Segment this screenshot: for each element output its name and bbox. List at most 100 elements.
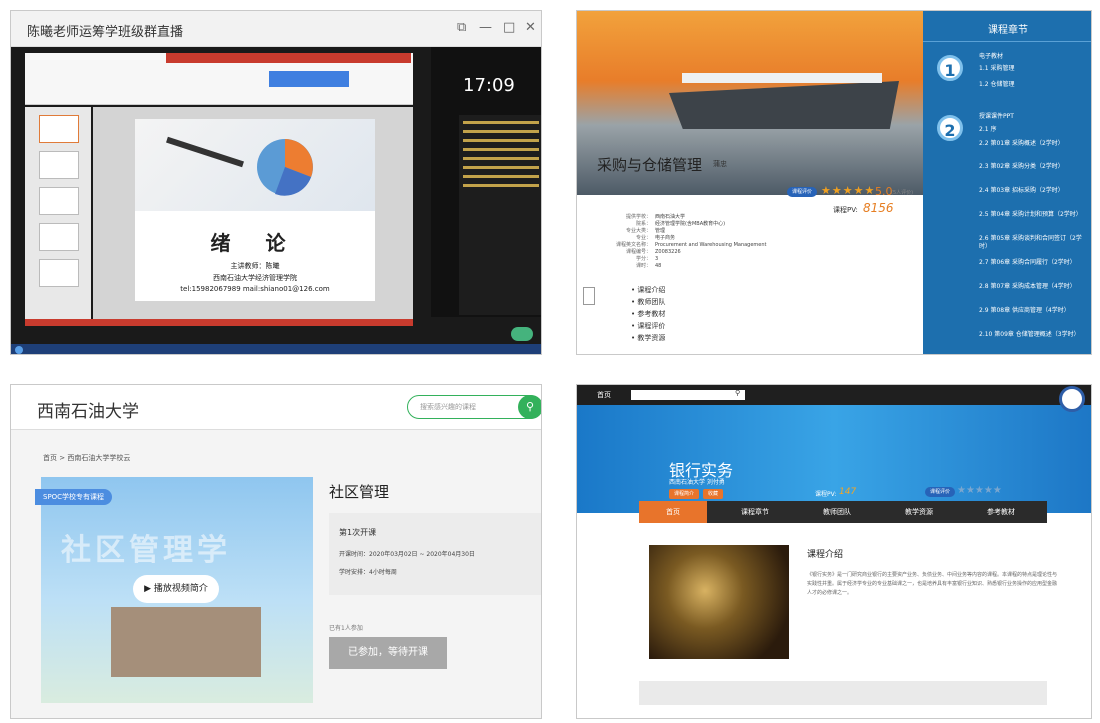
slide-thumbnail[interactable] [39, 223, 79, 251]
course-info: 提供学校： 西南石油大学 院系： 经济管理学院(含MBA教育中心) 专业大类： 管理 … [597, 213, 823, 269]
search-input[interactable] [631, 390, 745, 400]
camera-toggle[interactable] [511, 327, 533, 341]
top-bar: 首页 ⚲ [577, 385, 1091, 405]
pv-label: 课程PV: [815, 491, 837, 498]
course-photo [649, 545, 789, 659]
chapter-item[interactable]: 2.6 第05章 采购谈判和合同签订（2学时） [979, 235, 1087, 251]
search-input[interactable]: 搜索感兴趣的课程 ⚲ [407, 395, 541, 419]
slide-thumbnails [25, 107, 91, 319]
chapter-item[interactable]: 2.4 第03章 招标采购（2学时） [979, 187, 1087, 195]
mooc-course-page: 西南石油大学 搜索感兴趣的课程 ⚲ 首页 > 西南石油大学学校云 社区管理学 S… [10, 384, 542, 719]
chat-message [463, 139, 539, 142]
pie-chart-illustration [166, 136, 313, 196]
slide-school: 西南石油大学经济管理学院 [213, 274, 297, 282]
slide-title: 绪 论 [210, 231, 300, 255]
pv-label: 课程PV: [833, 206, 858, 214]
slide-thumbnail[interactable] [39, 115, 79, 143]
course-lecturer: 蒲忠 [713, 160, 727, 168]
maximize-icon[interactable]: □ [503, 20, 515, 35]
layout-icon[interactable]: ⧉ [457, 20, 466, 35]
course-title: 社区管理 [329, 483, 390, 501]
slide-thumbnail[interactable] [39, 259, 79, 287]
start-icon[interactable] [15, 346, 23, 354]
chapter-item[interactable]: 2.5 第04章 采购计划和预算（2学时） [979, 211, 1087, 219]
site-brand[interactable]: 西南石油大学 [37, 397, 139, 422]
chapter-item[interactable]: 2.9 第08章 供应商管理（4学时） [979, 307, 1087, 315]
section-number-2-icon: 2 [937, 115, 963, 141]
tab-home[interactable]: 首页 [639, 501, 707, 523]
term-dates: 开课时间：2020年03月02日 ~ 2020年04月30日 [339, 551, 475, 558]
chat-message [463, 166, 539, 169]
divider [923, 41, 1091, 42]
tab-resources[interactable]: 教学资源 [885, 501, 953, 523]
slide-contact: tel:15982067989 mail:shiano01@126.com [180, 285, 330, 293]
course-banner: 银行实务 西南石油大学 刘付勇 课程简介 收藏 课程PV: 147 课程评价 ★… [577, 405, 1091, 513]
slide-chart-image [135, 119, 375, 211]
term-hours: 学时安排：4小时每周 [339, 569, 397, 576]
chat-message [463, 184, 539, 187]
breadcrumb[interactable]: 首页 > 西南石油大学学校云 [43, 453, 130, 463]
play-video-button[interactable]: ▶ 播放视频简介 [133, 575, 219, 603]
tab-textbooks[interactable]: 参考教材 [967, 501, 1035, 523]
info-row: 课程英文名称： Procurement and Warehousing Manag… [615, 242, 767, 248]
rating-stars: ★★★★★ [957, 485, 1002, 496]
course-menu: • 课程介绍 • 教师团队 • 参考教材 • 课程评价 • 教学资源 [601, 285, 771, 345]
chat-message [463, 148, 539, 151]
clock: 17:09 [463, 75, 515, 96]
minimize-icon[interactable]: — [479, 20, 492, 35]
chapter-item[interactable]: 2.7 第06章 采购合同履行（2学时） [979, 259, 1087, 267]
pv-value: 8156 [863, 201, 894, 215]
menu-item-textbook[interactable]: • 参考教材 [601, 309, 771, 321]
current-slide: 绪 论 主讲教师：陈曦 西南石油大学经济管理学院 tel:15982067989… [135, 119, 375, 301]
term-info: 第1次开课 开课时间：2020年03月02日 ~ 2020年04月30日 学时安… [329, 513, 541, 595]
chapter-sidebar: 课程章节 1 电子教材 1.1 采购管理 1.2 仓储管理 2 授课课件PPT … [923, 11, 1091, 354]
slide-lecturer: 主讲教师：陈曦 [230, 262, 280, 270]
search-icon[interactable]: ⚲ [735, 389, 740, 397]
bird-logo-icon [1059, 386, 1085, 412]
slide-thumbnail[interactable] [39, 187, 79, 215]
enrolled-count: 已有1人参加 [329, 625, 363, 632]
chat-message [463, 175, 539, 178]
info-row: 课时： 48 [635, 263, 662, 269]
info-row: 课程编号： Z0083226 [625, 249, 681, 255]
ppt-status-bar [25, 319, 413, 326]
menu-item-team[interactable]: • 教师团队 [601, 297, 771, 309]
spoc-badge: SPOC学校专有课程 [35, 489, 113, 505]
chapter-item[interactable]: 2.10 第09章 仓储管理概述（3学时） [979, 331, 1087, 339]
enroll-button[interactable]: 已参加，等待开课 [329, 637, 447, 669]
tab-chapters[interactable]: 课程章节 [721, 501, 789, 523]
pv-value: 147 [839, 487, 857, 497]
chapter-item[interactable]: 2.1 序 [979, 126, 1087, 134]
search-icon[interactable]: ⚲ [518, 395, 541, 419]
close-icon[interactable]: ✕ [525, 20, 536, 35]
rating-score: 5.0 [875, 185, 893, 198]
menu-item-resources[interactable]: • 教学资源 [601, 333, 771, 345]
menu-item-intro[interactable]: • 课程介绍 [601, 285, 771, 297]
favorite-tag[interactable]: 收藏 [703, 489, 724, 499]
rating-badge[interactable]: 课程评价 [787, 187, 817, 197]
notification-popup[interactable] [269, 71, 349, 87]
chapter-item[interactable]: 2.8 第07章 采购成本管理（4学时） [979, 283, 1087, 291]
title-bar: 陈曦老师运筹学班级群直播 ⧉ — □ ✕ [11, 11, 541, 47]
footer-strip [639, 681, 1047, 705]
chapter-item[interactable]: 1.2 仓储管理 [979, 81, 1087, 89]
slide-thumbnail[interactable] [39, 151, 79, 179]
chapter-item[interactable]: 2.2 第01章 采购概述（2学时） [979, 140, 1087, 148]
tab-team[interactable]: 教师团队 [803, 501, 871, 523]
sidebar-title: 课程章节 [988, 25, 1028, 36]
group-title: 授课课件PPT [979, 113, 1014, 120]
home-link[interactable]: 首页 [597, 390, 611, 400]
intro-tag[interactable]: 课程简介 [669, 489, 700, 499]
info-row: 专业大类： 管理 [625, 228, 666, 234]
banking-course-page: 首页 ⚲ 银行实务 西南石油大学 刘付勇 课程简介 收藏 课程PV: 147 课… [576, 384, 1092, 719]
course-title: 采购与仓储管理 [597, 156, 703, 174]
info-row: 学分： 3 [635, 256, 659, 262]
chapter-item[interactable]: 2.3 第02章 采购分类（2学时） [979, 163, 1087, 171]
window-title: 陈曦老师运筹学班级群直播 [27, 25, 184, 40]
group-title: 电子教材 [979, 53, 1004, 60]
rating-badge[interactable]: 课程评价 [925, 487, 955, 497]
info-row: 院系： 经济管理学院(含MBA教育中心) [635, 221, 726, 227]
chat-message [463, 157, 539, 160]
menu-item-review[interactable]: • 课程评价 [601, 321, 771, 333]
chapter-item[interactable]: 1.1 采购管理 [979, 65, 1087, 73]
